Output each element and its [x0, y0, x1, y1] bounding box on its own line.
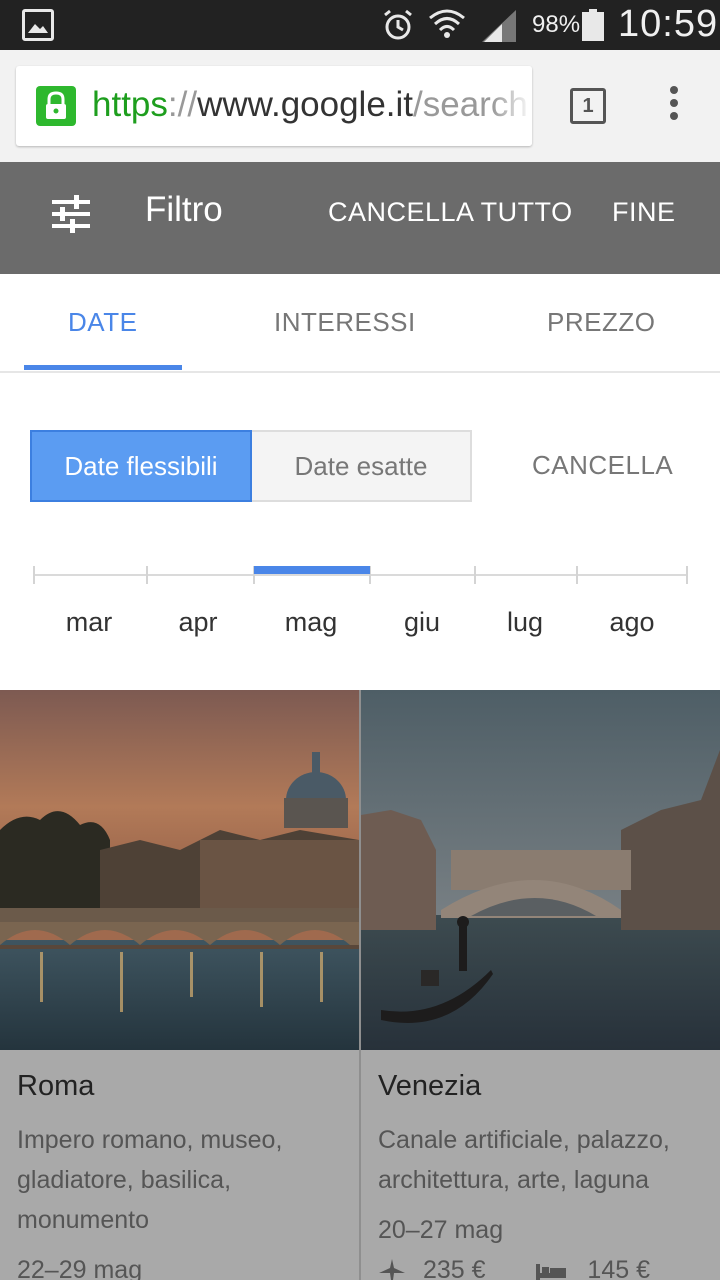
- destination-prices: 235 € 145 €: [378, 1256, 650, 1280]
- flight-icon: [379, 1259, 405, 1280]
- venezia-card-body: Venezia Canale artificiale, palazzo, arc…: [361, 1050, 720, 1280]
- flexible-dates-toggle[interactable]: Date flessibili: [30, 430, 252, 502]
- hotel-icon: [536, 1264, 567, 1280]
- lock-icon[interactable]: [36, 86, 76, 126]
- venezia-photo: [361, 690, 720, 1050]
- slider-tick: [474, 566, 476, 584]
- url-text[interactable]: https://www.google.it/search: [92, 85, 528, 125]
- hotel-price: 145 €: [587, 1256, 650, 1280]
- filter-title: Filtro: [145, 190, 223, 229]
- sliders-icon: [50, 194, 92, 239]
- slider-tick: [576, 566, 578, 584]
- destination-description: Canale artificiale, palazzo, architettur…: [378, 1126, 670, 1194]
- tab-switcher-button[interactable]: 1: [570, 88, 606, 124]
- battery-percentage: 98%: [532, 11, 581, 38]
- destination-name: Venezia: [378, 1070, 482, 1102]
- month-label[interactable]: giu: [382, 607, 462, 638]
- slider-tick: [33, 566, 35, 584]
- overflow-menu-icon[interactable]: [664, 86, 684, 128]
- active-tab-indicator: [24, 365, 182, 370]
- done-button[interactable]: FINE: [612, 197, 676, 228]
- month-label[interactable]: mar: [49, 607, 129, 638]
- destination-dates: 22–29 mag: [17, 1256, 143, 1280]
- month-label[interactable]: lug: [485, 607, 565, 638]
- battery-icon: [582, 9, 604, 41]
- month-label[interactable]: apr: [158, 607, 238, 638]
- flight-price: 235 €: [422, 1256, 486, 1280]
- url-fade: [492, 66, 532, 146]
- destination-name: Roma: [17, 1070, 95, 1102]
- filter-header: Filtro CANCELLA TUTTO FINE: [0, 162, 720, 274]
- url-separator: ://: [167, 85, 198, 124]
- clock: 10:59: [618, 3, 719, 45]
- url-domain: www.google.it: [197, 85, 414, 124]
- url-scheme: https: [92, 85, 168, 124]
- roma-card-body: Roma Impero romano, museo, gladiatore, b…: [0, 1050, 359, 1280]
- clear-all-button[interactable]: CANCELLA TUTTO: [328, 197, 573, 228]
- destination-dates: 20–27 mag: [378, 1216, 504, 1244]
- alarm-icon: [382, 8, 414, 47]
- wifi-icon: [428, 6, 466, 49]
- cancel-dates-button[interactable]: CANCELLA: [532, 450, 673, 481]
- slider-tick: [686, 566, 688, 584]
- tab-interessi[interactable]: INTERESSI: [274, 307, 416, 338]
- exact-dates-toggle[interactable]: Date esatte: [252, 430, 472, 502]
- tab-date[interactable]: DATE: [68, 307, 137, 338]
- destination-card-venezia[interactable]: Venezia Canale artificiale, palazzo, arc…: [361, 690, 720, 1280]
- roma-photo: [0, 690, 359, 1050]
- tab-prezzo[interactable]: PREZZO: [547, 307, 655, 338]
- selected-month-range[interactable]: [254, 566, 370, 574]
- signal-icon: [482, 10, 518, 47]
- slider-tick: [146, 566, 148, 584]
- status-bar: 98% 10:59: [0, 0, 720, 50]
- month-slider-track[interactable]: [33, 574, 688, 576]
- browser-toolbar: https://www.google.it/search 1: [0, 50, 720, 162]
- month-label[interactable]: mag: [271, 607, 351, 638]
- destination-card-roma[interactable]: Roma Impero romano, museo, gladiatore, b…: [0, 690, 359, 1280]
- url-bar[interactable]: https://www.google.it/search: [16, 66, 532, 146]
- destination-description: Impero romano, museo, gladiatore, basili…: [17, 1126, 283, 1234]
- filter-tabs: DATE INTERESSI PREZZO: [0, 274, 720, 373]
- image-notification-icon: [22, 9, 54, 41]
- month-label[interactable]: ago: [592, 607, 672, 638]
